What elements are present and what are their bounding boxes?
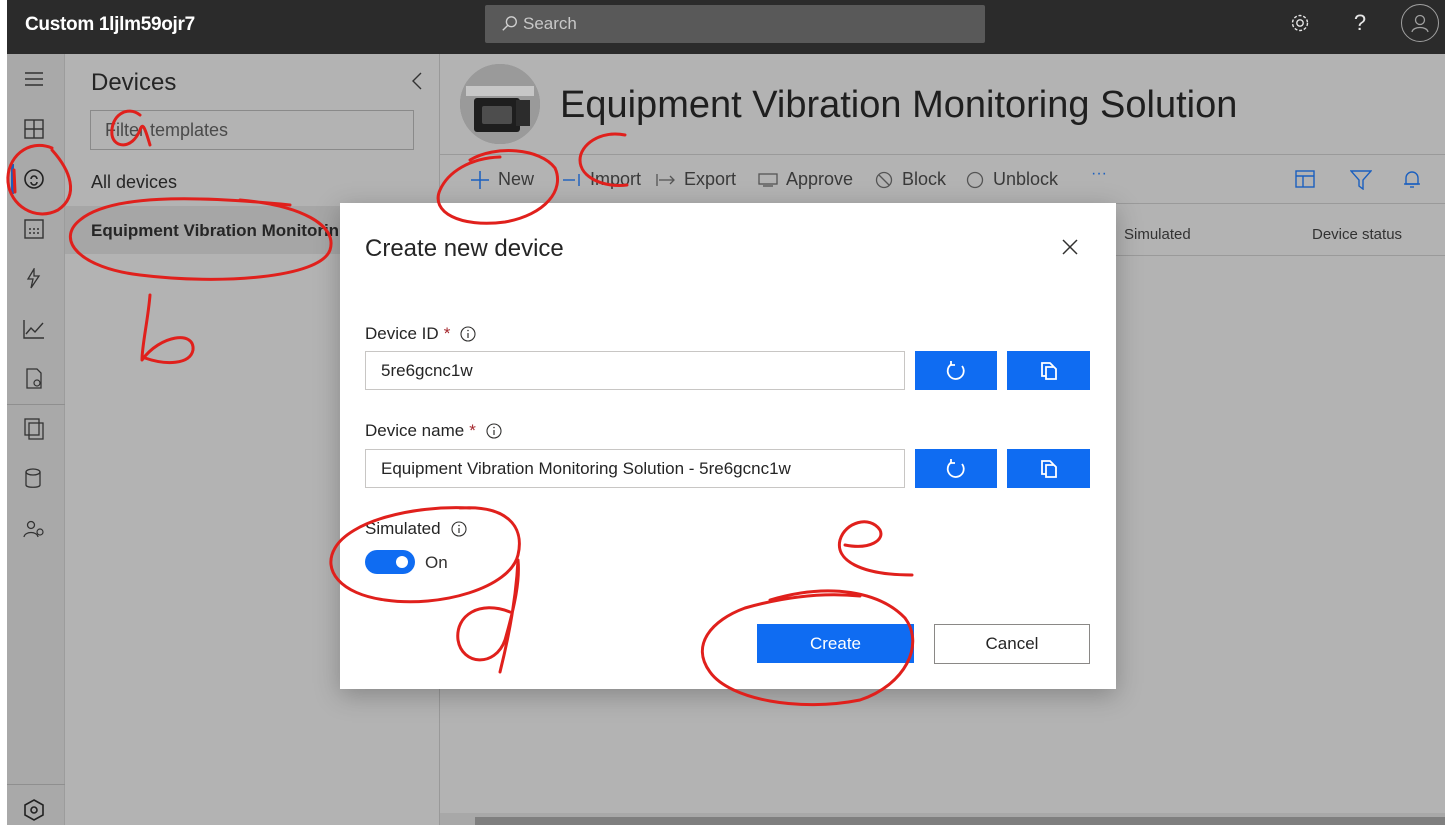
user-avatar-icon[interactable] <box>1401 4 1439 42</box>
rail-divider <box>7 784 65 785</box>
copy-id-button[interactable] <box>1007 351 1090 390</box>
block-button[interactable]: Block <box>874 169 946 190</box>
page-title: Equipment Vibration Monitoring Solution <box>560 84 1238 126</box>
dashboard-icon[interactable] <box>22 117 46 141</box>
nav-template-label: Equipment Vibration Monitorin <box>91 221 340 240</box>
info-icon[interactable] <box>460 326 476 342</box>
column-header-simulated[interactable]: Simulated <box>1124 226 1191 243</box>
administration-icon[interactable] <box>22 517 46 541</box>
analytics-icon[interactable] <box>22 317 46 341</box>
refresh-icon <box>946 360 965 380</box>
nav-all-devices[interactable]: All devices <box>91 172 177 193</box>
regenerate-id-button[interactable] <box>915 351 997 390</box>
info-icon[interactable] <box>451 521 467 537</box>
more-ellipsis-icon: ··· <box>1091 165 1107 182</box>
device-groups-icon[interactable] <box>22 217 46 241</box>
left-nav-rail <box>7 54 65 825</box>
page-header: Equipment Vibration Monitoring Solution <box>440 54 1445 154</box>
devices-panel-title: Devices <box>91 69 177 96</box>
device-name-label: Device name * <box>365 421 502 441</box>
jobs-icon[interactable] <box>22 367 46 391</box>
simulated-label: Simulated <box>365 519 467 539</box>
device-name-input[interactable]: Equipment Vibration Monitoring Solution … <box>365 449 905 488</box>
block-button-label: Block <box>902 169 947 189</box>
search-icon <box>502 16 517 31</box>
more-button[interactable]: ··· <box>1091 165 1107 183</box>
rules-icon[interactable] <box>22 267 46 291</box>
device-id-label: Device ID * <box>365 324 476 344</box>
cancel-button[interactable]: Cancel <box>934 624 1090 664</box>
toggle-state-label: On <box>425 553 448 572</box>
search-placeholder: Search <box>523 14 577 33</box>
import-arrow-icon <box>562 170 582 190</box>
app-title[interactable]: Custom 1ljlm59ojr7 <box>25 14 195 36</box>
create-button[interactable]: Create <box>757 624 914 663</box>
simulated-label-text: Simulated <box>365 519 441 538</box>
iot-central-icon[interactable] <box>22 798 46 822</box>
block-icon <box>874 170 894 190</box>
search-box[interactable]: Search <box>485 5 985 43</box>
required-marker: * <box>469 421 476 440</box>
export-arrow-icon <box>656 170 676 190</box>
rail-divider <box>7 404 65 405</box>
settings-gear-icon[interactable] <box>1287 10 1313 36</box>
column-header-device-status[interactable]: Device status <box>1312 226 1402 243</box>
unblock-circle-icon <box>965 170 985 190</box>
info-icon[interactable] <box>486 423 502 439</box>
import-button[interactable]: Import <box>562 169 641 190</box>
approve-button-label: Approve <box>786 169 854 189</box>
chevron-left-icon[interactable] <box>410 71 424 91</box>
data-export-icon[interactable] <box>22 467 46 491</box>
devices-icon[interactable] <box>22 167 46 191</box>
filter-funnel-icon[interactable] <box>1350 169 1372 191</box>
new-button-label: New <box>498 169 535 189</box>
close-icon[interactable] <box>1060 237 1080 257</box>
copy-name-button[interactable] <box>1007 449 1090 488</box>
command-bar: New Import Export Approve Block Unblock … <box>440 154 1445 204</box>
device-id-input[interactable]: 5re6gcnc1w <box>365 351 905 390</box>
unblock-button[interactable]: Unblock <box>965 169 1058 190</box>
dialog-title: Create new device <box>365 235 564 262</box>
simulated-toggle[interactable] <box>365 550 415 574</box>
toggle-knob <box>396 556 408 568</box>
refresh-icon <box>946 458 965 478</box>
create-device-dialog: Create new device Device ID * 5re6gcnc1w… <box>340 203 1116 689</box>
edit-columns-icon[interactable] <box>1295 169 1317 191</box>
approve-icon <box>758 170 778 190</box>
device-name-label-text: Device name <box>365 421 465 440</box>
help-icon[interactable]: ? <box>1347 10 1373 36</box>
active-indicator <box>11 164 14 194</box>
grid-header-divider <box>1113 255 1445 256</box>
import-button-label: Import <box>590 169 642 189</box>
scrollbar-thumb[interactable] <box>475 817 1445 825</box>
export-button[interactable]: Export <box>656 169 736 190</box>
left-gutter <box>0 0 7 825</box>
device-templates-icon[interactable] <box>22 417 46 441</box>
top-bar: Custom 1ljlm59ojr7 Search ? <box>7 0 1445 54</box>
hamburger-icon[interactable] <box>22 67 46 91</box>
device-id-label-text: Device ID <box>365 324 439 343</box>
export-button-label: Export <box>684 169 737 189</box>
approve-button[interactable]: Approve <box>758 169 853 190</box>
copy-icon <box>1040 459 1057 478</box>
filter-templates-input[interactable] <box>90 110 414 150</box>
notification-bell-icon[interactable] <box>1401 169 1423 191</box>
unblock-button-label: Unblock <box>993 169 1059 189</box>
copy-icon <box>1040 361 1057 380</box>
plus-icon <box>470 170 490 190</box>
new-button[interactable]: New <box>470 169 534 190</box>
solution-logo <box>460 64 540 144</box>
required-marker: * <box>443 324 451 343</box>
regenerate-name-button[interactable] <box>915 449 997 488</box>
